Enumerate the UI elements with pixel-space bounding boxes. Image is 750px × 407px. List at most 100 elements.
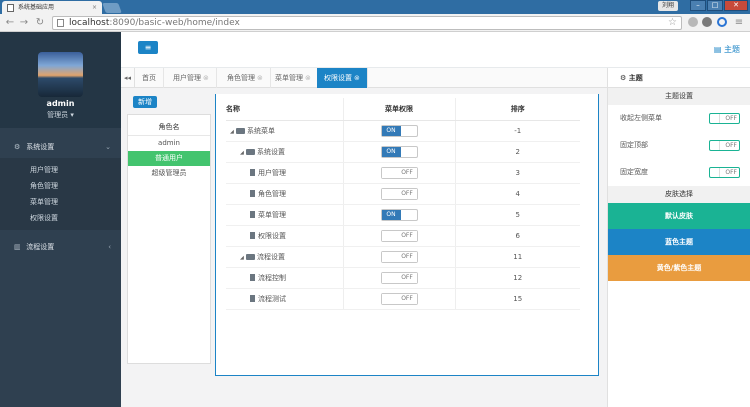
close-tab-icon[interactable]: ⊗ (354, 74, 360, 82)
extension-icon[interactable] (688, 17, 698, 27)
menu-permission-switch[interactable]: ON (380, 208, 418, 221)
menu-permission-switch[interactable]: OFF (380, 292, 418, 305)
permission-table-panel: 名称 菜单权限 排序 ◢ 系统菜单 ON -1 ◢ 系统设置 ON 2 用户管理 OFF 3 角色管理… (215, 94, 599, 376)
tabs-scroll-left-icon[interactable]: ◂◂ (121, 68, 135, 88)
menu-permission-switch[interactable]: ON (380, 145, 418, 158)
forward-arrow-icon[interactable]: → (18, 17, 30, 29)
table-row: 菜单管理 ON 5 (226, 204, 580, 226)
avatar (38, 52, 83, 97)
file-icon (250, 210, 255, 218)
file-icon (250, 189, 255, 197)
sidebar-item-users[interactable]: 用户管理 (0, 162, 121, 178)
permission-toggle-cell: ON (342, 120, 456, 142)
file-icon (250, 294, 255, 302)
close-tab-icon[interactable]: ⊗ (257, 74, 263, 82)
minimize-button[interactable]: – (690, 0, 706, 11)
sidebar-group-system[interactable]: ⚙ 系统设置 ⌄ (0, 136, 121, 158)
permission-name: 流程设置 (257, 252, 285, 261)
tab-roles[interactable]: 角色管理 ⊗ (220, 68, 271, 88)
browser-tab-strip: 系统基础应用 × 刘翔 – □ ✕ (0, 0, 750, 14)
menu-permission-switch[interactable]: OFF (380, 271, 418, 284)
tab-label: 权限设置 (324, 74, 352, 82)
close-tab-icon[interactable]: ⊗ (305, 74, 311, 82)
permission-toggle-cell: OFF (342, 246, 456, 268)
menu-toggle-button[interactable]: ≡ (138, 41, 158, 54)
sidebar-item-permissions[interactable]: 权限设置 (0, 210, 121, 226)
theme-label: 主题 (724, 45, 740, 54)
skin-option[interactable]: 默认皮肤 (608, 203, 750, 229)
switch-label: OFF (397, 251, 417, 262)
skin-option[interactable]: 黄色/紫色主题 (608, 255, 750, 281)
page-icon (7, 4, 14, 12)
add-role-button[interactable]: 新增 (133, 96, 157, 108)
sidebar-group-label: 流程设置 (26, 243, 55, 251)
permission-toggle-cell: OFF (342, 162, 456, 184)
close-tab-icon[interactable]: ⊗ (203, 74, 209, 82)
role-list-item[interactable]: 超级管理员 (128, 166, 210, 181)
permission-name-cell: 权限设置 (226, 225, 343, 247)
user-name: admin (46, 99, 75, 108)
table-row: ◢ 系统设置 ON 2 (226, 141, 580, 163)
tab-permissions[interactable]: 权限设置 ⊗ (317, 68, 368, 88)
shield-icon[interactable] (717, 17, 727, 27)
table-row: 角色管理 OFF 4 (226, 183, 580, 205)
menu-permission-switch[interactable]: OFF (380, 229, 418, 242)
role-list-header: 角色名 (128, 118, 210, 136)
skin-option[interactable]: 蓝色主题 (608, 229, 750, 255)
menu-permission-switch[interactable]: OFF (380, 166, 418, 179)
reload-icon[interactable]: ↻ (34, 17, 46, 29)
back-arrow-icon[interactable]: ← (4, 17, 16, 29)
tab-menus[interactable]: 菜单管理 ⊗ (268, 68, 319, 88)
menu-permission-switch[interactable]: OFF (380, 187, 418, 200)
layout-settings-title: 主题设置 (608, 88, 750, 105)
permission-name: 系统设置 (257, 147, 285, 156)
tab-label: 首页 (142, 74, 156, 82)
browser-tab-title: 系统基础应用 (18, 4, 55, 11)
sidebar-group-workflow[interactable]: ▥ 流程设置 ‹ (0, 236, 121, 258)
switch-knob (710, 168, 720, 177)
sidebar-item-menus[interactable]: 菜单管理 (0, 194, 121, 210)
close-window-button[interactable]: ✕ (724, 0, 748, 11)
bar-chart-icon: ▥ (14, 243, 21, 251)
new-tab-button[interactable] (102, 3, 122, 13)
file-icon (250, 231, 255, 239)
menu-permission-switch[interactable]: ON (380, 124, 418, 137)
user-role-dropdown[interactable]: 管理员 ▾ (0, 110, 121, 120)
tab-users[interactable]: 用户管理 ⊗ (166, 68, 217, 88)
role-list-item[interactable]: admin (128, 136, 210, 151)
theme-setting-switch[interactable]: OFF (709, 113, 740, 124)
tab-home[interactable]: 首页 (135, 68, 164, 88)
folder-icon (246, 148, 255, 155)
sidebar: admin 管理员 ▾ ⚙ 系统设置 ⌄ 用户管理 角色管理 菜单管理 权限设置… (0, 32, 121, 407)
tab-close-icon[interactable]: × (92, 1, 97, 14)
menu-icon[interactable]: ≡ (733, 17, 745, 29)
switch-knob (710, 114, 720, 123)
bookmark-star-icon[interactable]: ☆ (668, 17, 677, 29)
theme-setting-row: 收起左侧菜单 OFF (608, 105, 750, 132)
browser-user-chip[interactable]: 刘翔 (657, 1, 678, 11)
sort-order-cell: 11 (455, 246, 580, 268)
browser-toolbar: ← → ↻ localhost:8090/basic-web/home/inde… (0, 14, 750, 32)
permission-toggle-cell: OFF (342, 267, 456, 289)
theme-icon: ▤ (713, 45, 722, 54)
address-bar[interactable]: localhost:8090/basic-web/home/index ☆ (52, 16, 682, 30)
content-tab-bar: ◂◂ 首页 用户管理 ⊗ 角色管理 ⊗ 菜单管理 ⊗ 权限设置 ⊗ (121, 68, 607, 88)
theme-setting-switch[interactable]: OFF (709, 140, 740, 151)
permission-name: 权限设置 (258, 231, 286, 240)
permission-name: 角色管理 (258, 189, 286, 198)
theme-setting-switch[interactable]: OFF (709, 167, 740, 178)
browser-tab[interactable]: 系统基础应用 × (2, 1, 102, 14)
sidebar-item-roles[interactable]: 角色管理 (0, 178, 121, 194)
role-list-item[interactable]: 普通用户 (128, 151, 210, 166)
column-header-sort: 排序 (455, 98, 580, 121)
table-row: 权限设置 OFF 6 (226, 225, 580, 247)
table-row: ◢ 系统菜单 ON -1 (226, 120, 580, 142)
theme-settings-panel: ⚙ 主题 主题设置 收起左侧菜单 OFF 固定顶部 OFF 固定宽度 OFF 皮肤选择 默… (607, 68, 750, 407)
theme-link[interactable]: ▤ 主题 (714, 44, 740, 55)
menu-permission-switch[interactable]: OFF (380, 250, 418, 263)
maximize-button[interactable]: □ (707, 0, 723, 11)
permission-toggle-cell: ON (342, 204, 456, 226)
sidebar-submenu: 用户管理 角色管理 菜单管理 权限设置 (0, 158, 121, 230)
extension-icon[interactable] (702, 17, 712, 27)
switch-label: OFF (397, 272, 417, 283)
